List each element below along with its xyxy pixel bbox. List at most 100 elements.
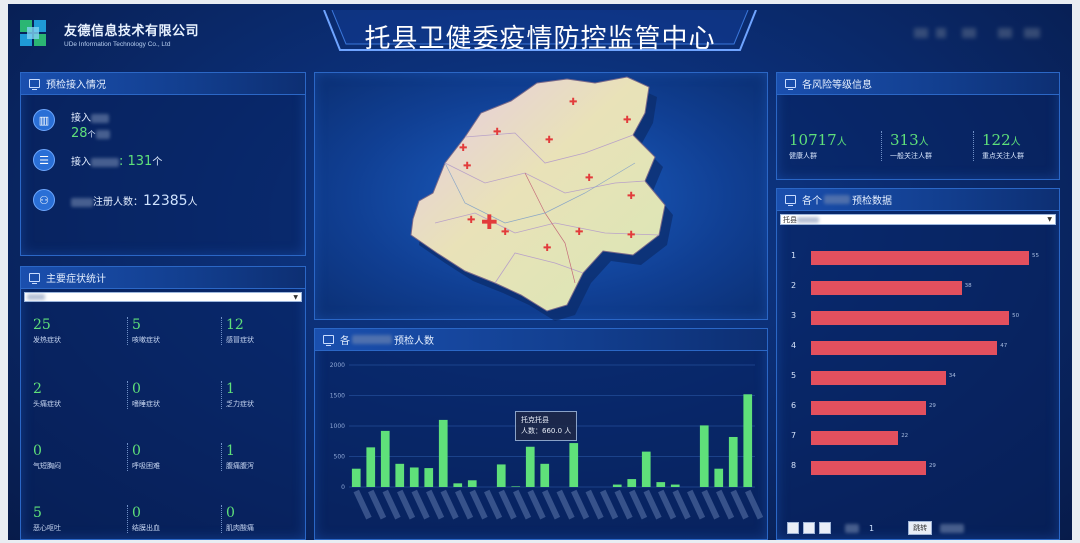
- chart-bar[interactable]: [438, 419, 448, 487]
- svg-text:✚: ✚: [501, 227, 509, 238]
- ranking-index: 4: [791, 341, 797, 350]
- chart-bar[interactable]: [424, 468, 434, 487]
- next-page-button[interactable]: [819, 522, 831, 534]
- symptom-stat: 1 腹痛腹泻: [221, 443, 254, 471]
- symptom-value: 25: [33, 317, 51, 333]
- access-unit: 个: [152, 157, 163, 168]
- chart-bar[interactable]: [670, 484, 680, 487]
- ranking-select[interactable]: 托县 ▼: [780, 214, 1056, 225]
- panel-title: 主要症状统计: [46, 274, 106, 285]
- risk-stat: 122人 重点关注人群: [973, 131, 1024, 161]
- svg-text:✚: ✚: [467, 215, 475, 226]
- symptom-label: 呼吸困难: [132, 462, 160, 470]
- symptom-stat: 0 结膜出血: [127, 505, 160, 533]
- access-row-text: 接入 28个: [71, 109, 110, 141]
- chart-bar[interactable]: [380, 430, 390, 487]
- page-title: 托县卫健委疫情防控监管中心: [364, 23, 716, 53]
- svg-text:✚: ✚: [481, 210, 498, 234]
- access-row: ⚇ 注册人数：12385人: [33, 189, 198, 211]
- blurred-text: [940, 523, 965, 533]
- page-button[interactable]: [803, 522, 815, 534]
- svg-text:✚: ✚: [623, 115, 631, 126]
- symptom-value: 0: [132, 381, 141, 397]
- blurred-text: [797, 217, 819, 223]
- risk-unit: 人: [918, 137, 929, 148]
- chart-bar[interactable]: [525, 446, 535, 487]
- chart-bar[interactable]: [496, 464, 506, 487]
- chart-bar[interactable]: [656, 482, 666, 487]
- prev-page-button[interactable]: [787, 522, 799, 534]
- access-value: 131: [127, 154, 153, 169]
- symptom-label: 结膜出血: [132, 524, 160, 532]
- chart-bar[interactable]: [366, 447, 376, 487]
- ranking-row: 6 29: [777, 401, 1059, 415]
- panel-header: 各 预检人数: [315, 329, 767, 351]
- blurred-text: [936, 28, 946, 38]
- chart-bar[interactable]: [467, 480, 477, 487]
- ranking-bar[interactable]: [811, 341, 998, 355]
- risk-label: 重点关注人群: [982, 152, 1024, 160]
- symptom-label: 发热症状: [33, 336, 61, 344]
- chart-bar[interactable]: [699, 425, 709, 487]
- risk-unit: 人: [1010, 137, 1021, 148]
- ranking-index: 8: [791, 461, 797, 470]
- risk-stat: 313人 一般关注人群: [881, 131, 932, 161]
- chart-bar[interactable]: [627, 479, 637, 487]
- go-button[interactable]: 跳转: [908, 521, 933, 535]
- ranking-bar[interactable]: [811, 401, 926, 415]
- ranking-bar[interactable]: [811, 371, 946, 385]
- symptom-value: 5: [33, 505, 42, 521]
- panel-header: 预检接入情况: [21, 73, 305, 95]
- chart-bar[interactable]: [743, 394, 753, 487]
- ranking-value: 50: [1012, 313, 1020, 319]
- panel-header: 各个 预检数据: [777, 189, 1059, 211]
- ranking-index: 7: [791, 431, 797, 440]
- chevron-down-icon: ▼: [1047, 216, 1052, 223]
- ranking-bar[interactable]: [811, 431, 899, 445]
- ranking-row: 5 34: [777, 371, 1059, 385]
- chart-bar[interactable]: [453, 483, 463, 487]
- symptom-label: 气短胸闷: [33, 462, 61, 470]
- risk-value: 313: [890, 131, 919, 149]
- company-name: 友德信息技术有限公司 UDe Information Technology Co…: [64, 20, 199, 48]
- chart-bar[interactable]: [714, 468, 724, 487]
- ranking-value: 55: [1032, 253, 1039, 259]
- symptom-label: 恶心呕吐: [33, 524, 61, 532]
- chart-bar[interactable]: [728, 436, 738, 487]
- ranking-row: 4 47: [777, 341, 1059, 355]
- symptom-stat: 1 乏力症状: [221, 381, 254, 409]
- chart-bar[interactable]: [351, 468, 361, 487]
- ranking-row: 7 22: [777, 431, 1059, 445]
- ranking-value: 22: [901, 433, 909, 439]
- blurred-text: [91, 113, 109, 123]
- chart-bar[interactable]: [395, 463, 405, 487]
- building-icon: ▥: [33, 109, 55, 131]
- ranking-value: 38: [964, 283, 972, 289]
- access-unit: 人: [187, 197, 198, 208]
- access-row: ☰ 接入: 131个: [33, 149, 162, 171]
- chart-bar[interactable]: [569, 443, 579, 487]
- access-label: 接入: [71, 157, 91, 168]
- symptom-label: 嗜睡症状: [132, 400, 160, 408]
- ranking-bar[interactable]: [811, 461, 926, 475]
- chart-bar[interactable]: [612, 484, 622, 487]
- risk-value: 10717: [789, 131, 837, 149]
- ranking-bar[interactable]: [811, 311, 1010, 325]
- symptom-stat: 25 发热症状: [33, 317, 61, 345]
- horizontal-bar-chart: 1 55 2 38 3 50 4 47 5 34 6 29 7 22 8 29: [777, 245, 1059, 485]
- symptom-value: 0: [33, 443, 42, 459]
- svg-text:✚: ✚: [627, 191, 635, 202]
- symptom-stat: 2 头痛症状: [33, 381, 61, 409]
- chart-bar[interactable]: [540, 463, 550, 487]
- ranking-bar[interactable]: [811, 251, 1029, 265]
- chart-bar[interactable]: [409, 467, 419, 487]
- company-name-en: UDe Information Technology Co., Ltd: [64, 41, 171, 48]
- blurred-text: [91, 157, 119, 167]
- ranking-bar[interactable]: [811, 281, 962, 295]
- ranking-index: 1: [791, 251, 797, 260]
- chart-bar[interactable]: [511, 486, 521, 487]
- chart-bar[interactable]: [641, 451, 651, 487]
- symptom-value: 1: [226, 381, 235, 397]
- panel-title-post: 预检数据: [852, 196, 892, 207]
- symptoms-select[interactable]: ▼: [24, 292, 302, 302]
